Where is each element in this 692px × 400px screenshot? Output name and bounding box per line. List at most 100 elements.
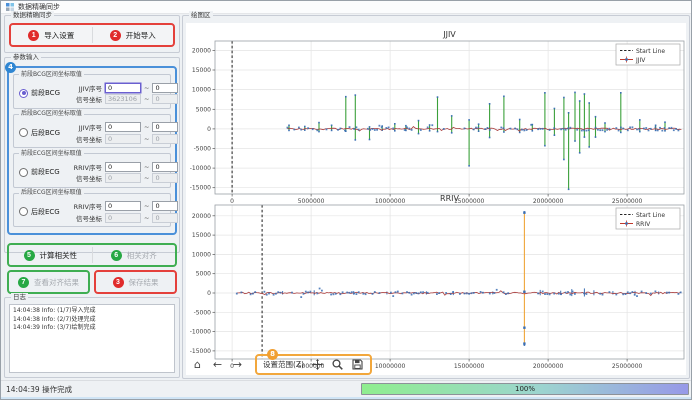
range-start-input[interactable] [105,83,141,93]
view-align-result-button[interactable]: 7 查看对齐结果 [9,272,88,292]
step-badge-8: 8 [267,349,278,360]
param-subgroup: 后段ECG区间坐标取值 后段ECG RRIV序号~信号坐标~ [13,193,171,228]
import-settings-button[interactable]: 1 导入设置 [11,25,92,45]
param-rows: RRIV序号~信号坐标~ [71,200,178,225]
log-line: 14:04:39 Info: (3/7)绘制完成 [13,324,171,333]
forward-icon[interactable]: → [231,358,244,371]
svg-text:10000: 10000 [192,87,211,94]
correlation-align-button[interactable]: 6 相关对齐 [93,245,176,265]
field-label: RRIV序号 [71,201,102,211]
field-label: RRIV序号 [71,162,102,172]
range-end-input[interactable] [152,83,178,93]
save-result-button[interactable]: 3 保存结果 [96,272,175,292]
svg-text:10000000: 10000000 [375,363,406,370]
param-subgroup-title: 后段ECG区间坐标取值 [19,189,84,197]
progress-bar: 100% [361,383,689,395]
range-end-input[interactable] [152,162,178,172]
log-group-title: 日志 [11,293,28,302]
range-end-input [152,173,178,183]
step-badge-2: 2 [110,30,121,41]
step-badge-5: 5 [24,250,35,261]
svg-text:20000000: 20000000 [533,198,564,205]
range-separator: ~ [144,174,149,182]
segment-radio[interactable]: 后段ECG [17,207,71,217]
svg-text:0: 0 [230,198,234,205]
range-start-input[interactable] [105,201,141,211]
svg-text:5000000: 5000000 [298,198,325,205]
home-icon[interactable]: ⌂ [191,358,204,371]
start-import-button[interactable]: 2 开始导入 [93,25,174,45]
correlation-align-label: 相关对齐 [127,250,157,261]
step-badge-1: 1 [28,30,39,41]
import-settings-label: 导入设置 [44,30,74,41]
charts-svg[interactable]: 20000150001000050000-5000-10000-15000050… [186,23,686,373]
svg-text:15000: 15000 [192,67,211,74]
segment-radio-label: 后段ECG [31,207,60,217]
sync-group: 数据精确同步 1 导入设置 2 开始导入 [4,15,180,53]
pan-icon[interactable] [311,358,324,371]
log-output[interactable]: 14:04:38 Info: (1/7)导入完成14:04:38 Info: (… [9,304,175,373]
svg-text:5000: 5000 [196,271,211,278]
view-align-result-label: 查看对齐结果 [34,277,79,288]
plot-group: 绘图区 20000150001000050000-5000-10000-1500… [182,15,690,379]
param-subgroup-title: 后段BCG区间坐标取值 [19,110,84,118]
radio-icon [19,168,28,177]
params-group-title: 参数输入 [11,53,41,62]
correlation-annotation-box: 5 计算相关性 6 相关对齐 [7,243,177,267]
set-range-button[interactable]: 设置范围(Z) [263,359,304,370]
status-text: 14:04:39 操作完成 [6,384,72,395]
range-start-input [105,134,141,144]
params-group: 参数输入 4 前段BCG区间坐标取值 前段BCG JJIV序号~信号坐标~ 后段… [4,57,180,253]
svg-text:25000000: 25000000 [612,198,643,205]
svg-text:Start Line: Start Line [636,48,665,55]
figure-canvas[interactable]: 20000150001000050000-5000-10000-15000050… [186,23,686,375]
app-icon [6,3,14,11]
compute-correlation-button[interactable]: 5 计算相关性 [9,245,92,265]
svg-text:Start Line: Start Line [636,212,665,219]
jjiv-chart[interactable]: 20000150001000050000-5000-10000-15000050… [190,30,684,205]
param-subgroup: 前段BCG区间坐标取值 前段BCG JJIV序号~信号坐标~ [13,74,171,109]
app-window: 数据精确同步 数据精确同步 1 导入设置 2 开始导入 参数输入 4 [0,0,692,400]
save-icon[interactable] [351,358,364,371]
left-panel: 数据精确同步 1 导入设置 2 开始导入 参数输入 4 前段BCG区间坐标取值 [4,15,180,379]
segment-radio[interactable]: 后段BCG [17,128,71,138]
svg-text:-15000: -15000 [190,185,211,192]
param-subgroup-title: 前段ECG区间坐标取值 [19,150,84,158]
field-label: JJIV序号 [71,83,102,93]
param-rows: JJIV序号~信号坐标~ [71,81,178,106]
field-label: JJIV序号 [71,122,102,132]
step-badge-6: 6 [111,250,122,261]
log-group: 日志 14:04:38 Info: (1/7)导入完成14:04:38 Info… [4,297,180,378]
range-separator: ~ [144,84,149,92]
svg-text:0: 0 [207,126,211,133]
param-subgroup: 后段BCG区间坐标取值 后段BCG JJIV序号~信号坐标~ [13,114,171,149]
svg-text:-10000: -10000 [190,165,211,172]
back-icon[interactable]: ← [211,358,224,371]
svg-text:RRIV: RRIV [440,194,459,203]
step-badge-4: 4 [5,62,16,73]
param-subgroup: 前段ECG区间坐标取值 前段ECG RRIV序号~信号坐标~ [13,153,171,188]
segment-radio[interactable]: 前段ECG [17,167,71,177]
range-start-input[interactable] [105,162,141,172]
svg-text:10000: 10000 [192,251,211,258]
param-rows: JJIV序号~信号坐标~ [71,121,178,146]
range-start-input[interactable] [105,122,141,132]
radio-icon [19,89,28,98]
svg-text:20000000: 20000000 [533,363,564,370]
segment-radio-label: 前段BCG [31,88,60,98]
rriv-chart[interactable]: 20000150001000050000-5000-10000-15000050… [190,194,684,370]
range-end-input[interactable] [152,122,178,132]
svg-text:15000: 15000 [192,232,211,239]
param-subgroup-title: 前段BCG区间坐标取值 [19,71,84,79]
range-annotation-box: 8 设置范围(Z) [255,354,372,375]
log-line: 14:04:38 Info: (1/7)导入完成 [13,307,171,316]
svg-text:-5000: -5000 [194,309,212,316]
zoom-icon[interactable] [331,358,344,371]
range-end-input [152,134,178,144]
svg-text:15000000: 15000000 [454,363,485,370]
view-result-annotation-box: 7 查看对齐结果 [7,270,90,294]
segment-radio-label: 后段BCG [31,128,60,138]
range-end-input[interactable] [152,201,178,211]
action-buttons-area: 5 计算相关性 6 相关对齐 7 查看对齐结果 [4,243,180,294]
segment-radio[interactable]: 前段BCG [17,88,71,98]
